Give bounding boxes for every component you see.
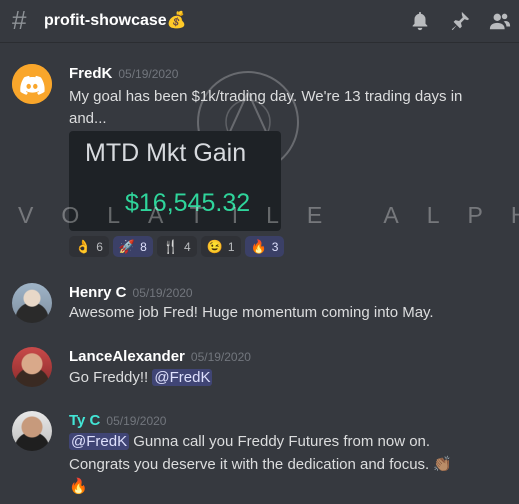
reaction-count: 6 <box>96 239 103 254</box>
bell-icon[interactable] <box>409 10 431 32</box>
reaction-count: 8 <box>140 239 147 254</box>
discord-logo-icon <box>12 64 52 104</box>
message-text: Go Freddy!! @FredK <box>69 369 213 386</box>
reaction-count: 1 <box>227 239 235 254</box>
fire-icon: 🔥 <box>250 239 267 254</box>
message-text-line2: Congrats you deserve it with the dedicat… <box>69 456 453 473</box>
message-text-line1: My goal has been $1k/trading day. We're … <box>69 88 463 105</box>
message-text-line1: @FredK Gunna call you Freddy Futures fro… <box>69 433 431 450</box>
username[interactable]: FredK 05/19/2020 <box>69 65 178 82</box>
reaction-fork-knife[interactable]: 🍴 4 <box>156 236 197 257</box>
avatar[interactable] <box>12 411 52 451</box>
reaction-fire[interactable]: 🔥 3 <box>244 236 285 257</box>
wink-face-icon: 😉 <box>206 239 223 254</box>
user-mention[interactable]: @FredK <box>152 369 213 386</box>
channel-hash-icon: # <box>12 5 27 35</box>
reaction-ok-hand[interactable]: 👌 6 <box>69 236 109 257</box>
avatar[interactable] <box>12 64 52 104</box>
timestamp: 05/19/2020 <box>132 286 193 300</box>
watermark-text: VOLATILE ALPHA <box>18 202 519 228</box>
pin-icon[interactable] <box>449 10 471 32</box>
message-text-line2: and... <box>69 110 107 127</box>
header-toolbar <box>409 10 511 32</box>
channel-name: profit-showcase💰 <box>44 12 187 29</box>
timestamp: 05/19/2020 <box>190 350 251 364</box>
username[interactable]: Ty C 05/19/2020 <box>69 412 166 429</box>
reaction-rocket[interactable]: 🚀 8 <box>112 236 153 257</box>
ok-hand-icon: 👌 <box>75 239 92 254</box>
reaction-count: 4 <box>183 239 191 254</box>
reaction-wink[interactable]: 😉 1 <box>200 236 241 257</box>
timestamp: 05/19/2020 <box>118 67 179 81</box>
reactions-bar: 👌 6 🚀 8 🍴 4 😉 1 🔥 3 <box>69 236 285 257</box>
username[interactable]: Henry C 05/19/2020 <box>69 284 193 301</box>
user-mention[interactable]: @FredK <box>69 433 130 450</box>
rocket-icon: 🚀 <box>118 239 136 254</box>
message-text-line3: 🔥 <box>69 478 88 495</box>
message-text: Awesome job Fred! Huge momentum coming i… <box>69 304 434 321</box>
reaction-count: 3 <box>271 239 279 254</box>
members-icon[interactable] <box>489 10 511 32</box>
timestamp: 05/19/2020 <box>106 414 167 428</box>
username[interactable]: LanceAlexander 05/19/2020 <box>69 348 251 365</box>
avatar[interactable] <box>12 283 52 323</box>
embed-title: MTD Mkt Gain <box>85 139 247 167</box>
fork-knife-icon: 🍴 <box>162 239 179 254</box>
avatar[interactable] <box>12 347 52 387</box>
channel-header: # profit-showcase💰 <box>0 0 519 43</box>
